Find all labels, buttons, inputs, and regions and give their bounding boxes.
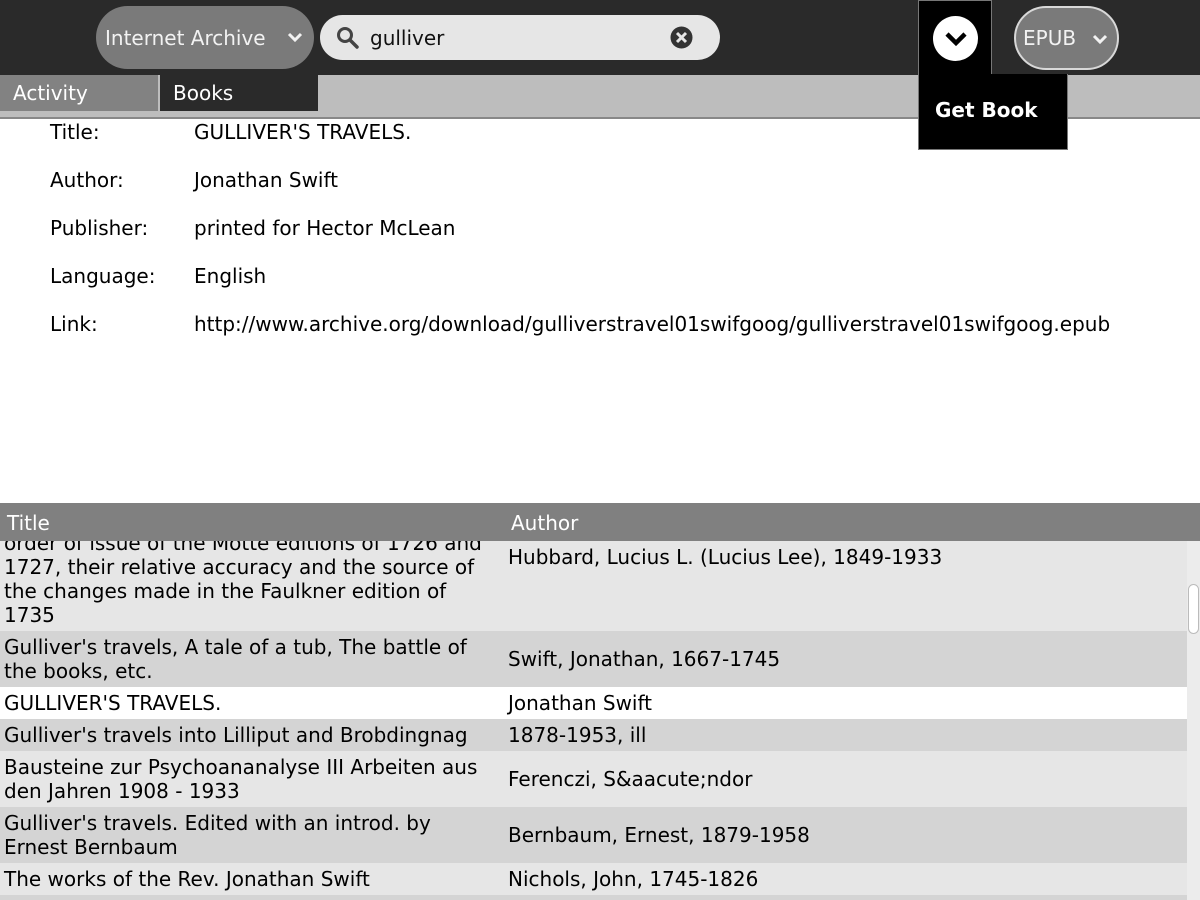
table-row[interactable]: Bausteine zur Psychoananalyse III Arbeit… [0,751,1187,807]
table-row[interactable]: order of issue of the Motte editions of … [0,541,1187,631]
row-author: Ferenczi, S&aacute;ndor [508,767,753,791]
author-value: Jonathan Swift [194,168,339,192]
chevron-down-icon [287,32,303,43]
get-book-menu-item[interactable]: Get Book [935,98,1038,122]
table-row-selected[interactable]: GULLIVER'S TRAVELS. Jonathan Swift [0,687,1187,719]
row-title: Gulliver's travels. Edited with an intro… [4,811,431,859]
row-author: Swift, Jonathan, 1667-1745 [508,647,781,671]
link-label: Link: [50,312,98,336]
row-author: Hubbard, Lucius L. (Lucius Lee), 1849-19… [508,545,943,569]
source-combobox[interactable]: Internet Archive [96,6,314,69]
language-label: Language: [50,264,156,288]
row-author: Nichols, John, 1745-1826 [508,867,759,891]
tab-books[interactable]: Books [160,75,318,111]
search-input[interactable] [370,23,670,52]
row-title: Gulliver's travels into Lilliput and Bro… [4,723,468,747]
scrollbar-thumb[interactable] [1188,584,1199,634]
column-header-author[interactable]: Author [511,511,578,535]
row-title: Bausteine zur Psychoananalyse III Arbeit… [4,755,478,803]
menu-dropdown: Get Book [918,74,1068,150]
tab-activity[interactable]: Activity [0,75,158,111]
table-row[interactable]: Gulliver's travels, A tale of a tub, The… [0,631,1187,687]
title-value: GULLIVER'S TRAVELS. [194,120,412,144]
menu-circle [933,16,978,61]
row-author: 1878-1953, ill [508,723,647,747]
table-body: order of issue of the Motte editions of … [0,541,1187,900]
clear-search-button[interactable] [669,25,694,50]
search-box [320,15,720,60]
row-title: Gulliver's travels, A tale of a tub, The… [4,635,467,683]
row-title: The works of the Rev. Jonathan Swift [4,867,370,891]
publisher-label: Publisher: [50,216,149,240]
results-table: Title Author order of issue of the Motte… [0,503,1200,900]
source-combobox-label: Internet Archive [105,25,266,50]
row-title: GULLIVER'S TRAVELS. [4,691,222,715]
table-row[interactable]: Gulliver's travels. Edited with an intro… [0,807,1187,863]
publisher-value: printed for Hector McLean [194,216,456,240]
menu-button[interactable] [918,0,992,75]
chevron-down-icon [1092,34,1108,45]
table-row-partial[interactable] [0,895,1187,900]
clear-icon [670,26,693,49]
chevron-down-icon [945,32,967,47]
column-header-title[interactable]: Title [7,511,50,535]
link-value: http://www.archive.org/download/gulliver… [194,312,1111,336]
author-label: Author: [50,168,124,192]
title-label: Title: [50,120,100,144]
table-scrollbar[interactable] [1187,541,1200,900]
table-row[interactable]: The works of the Rev. Jonathan Swift Nic… [0,863,1187,895]
toolbar: Internet Archive EPUB [0,0,1200,75]
format-combobox-label: EPUB [1023,26,1077,50]
format-combobox[interactable]: EPUB [1014,6,1119,70]
row-title: order of issue of the Motte editions of … [4,541,482,627]
table-header: Title Author [0,503,1200,541]
row-author: Bernbaum, Ernest, 1879-1958 [508,823,810,847]
language-value: English [194,264,267,288]
table-row[interactable]: Gulliver's travels into Lilliput and Bro… [0,719,1187,751]
search-icon [337,27,359,49]
row-author: Jonathan Swift [508,691,653,715]
